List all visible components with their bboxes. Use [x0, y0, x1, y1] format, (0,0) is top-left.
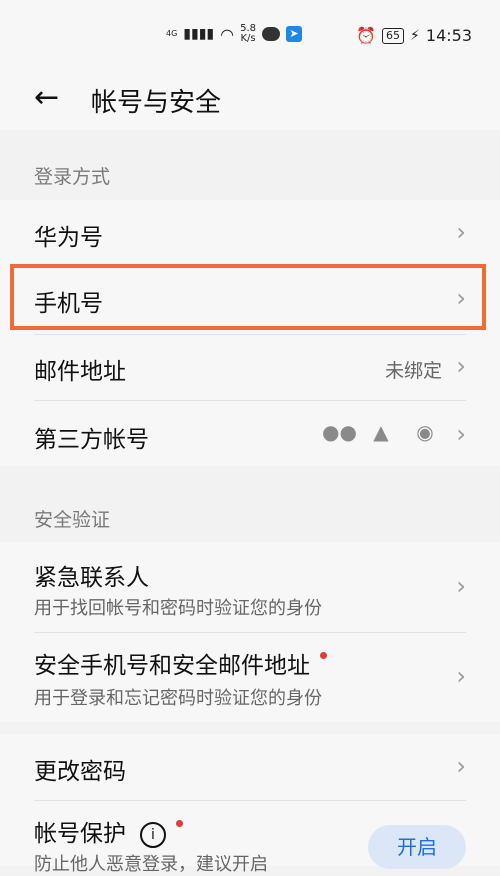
chevron-right-icon: › — [456, 752, 466, 780]
red-dot-badge — [320, 652, 327, 659]
row-email[interactable]: 邮件地址 未绑定 › — [34, 334, 466, 400]
alarm-icon: ⏰ — [356, 26, 377, 45]
row-label-text: 安全手机号和安全邮件地址 — [34, 653, 310, 679]
speed-unit: K/s — [240, 33, 256, 44]
row-subtitle: 防止他人恶意登录，建议开启 — [34, 854, 268, 875]
clock: 14:53 — [425, 26, 472, 45]
enable-protection-button[interactable]: 开启 — [368, 825, 466, 869]
weibo-icon: ◉ — [416, 420, 434, 444]
status-right: ⏰ 65 ⚡ 14:53 — [356, 26, 472, 45]
highlight-box — [10, 264, 486, 330]
qq-icon: ▲ — [373, 420, 389, 444]
message-icon — [262, 27, 280, 41]
network-speed: 5.8 K/s — [240, 24, 256, 44]
page-title: 帐号与安全 — [91, 88, 222, 118]
chevron-right-icon: › — [456, 218, 466, 246]
row-change-password[interactable]: 更改密码 › — [34, 734, 466, 800]
row-huawei-id[interactable]: 华为号 › — [34, 200, 466, 266]
row-label: 更改密码 — [34, 759, 126, 785]
charging-icon: ⚡ — [410, 27, 420, 44]
signal-icon: ▮▮▮▮ — [183, 26, 215, 42]
row-third-party[interactable]: 第三方帐号 ●● ▲ ◉ › — [34, 400, 466, 466]
social-icons: ●● ▲ ◉ — [322, 420, 440, 444]
wifi-icon: ◠ — [220, 24, 235, 44]
row-subtitle: 用于登录和忘记密码时验证您的身份 — [34, 688, 322, 709]
battery-level: 65 — [382, 27, 405, 44]
row-value: 未绑定 — [384, 360, 442, 382]
section-label-security: 安全验证 — [34, 509, 111, 531]
red-dot-badge — [176, 820, 183, 827]
info-icon[interactable]: i — [140, 821, 166, 848]
row-label: 安全手机号和安全邮件地址 — [34, 646, 327, 680]
arrow-left-icon[interactable]: ← — [34, 80, 59, 115]
app-notification-icon: ➤ — [286, 26, 302, 42]
row-label-text: 帐号保护 — [34, 821, 126, 847]
row-label: 帐号保护 i — [34, 814, 183, 848]
network-indicator: 4G — [166, 29, 178, 38]
chevron-right-icon: › — [456, 662, 466, 690]
status-bar: 4G ▮▮▮▮ ◠ 5.8 K/s ➤ ⏰ 65 ⚡ 14:53 — [0, 0, 500, 74]
chevron-right-icon: › — [456, 352, 466, 380]
status-left: 4G ▮▮▮▮ ◠ 5.8 K/s ➤ — [166, 24, 302, 44]
row-subtitle: 用于找回帐号和密码时验证您的身份 — [34, 598, 322, 619]
row-security-phone-email[interactable]: 安全手机号和安全邮件地址 用于登录和忘记密码时验证您的身份 › — [34, 632, 466, 722]
row-label: 第三方帐号 — [34, 427, 149, 453]
chevron-right-icon: › — [456, 420, 466, 448]
chevron-right-icon: › — [456, 572, 466, 600]
row-emergency-contact[interactable]: 紧急联系人 用于找回帐号和密码时验证您的身份 › — [34, 542, 466, 632]
page-header: ← 帐号与安全 — [0, 74, 500, 130]
section-label-login: 登录方式 — [34, 166, 111, 188]
row-label: 邮件地址 — [34, 359, 126, 385]
row-label: 紧急联系人 — [34, 565, 149, 591]
row-label: 华为号 — [34, 225, 103, 251]
wechat-icon: ●● — [322, 420, 357, 444]
